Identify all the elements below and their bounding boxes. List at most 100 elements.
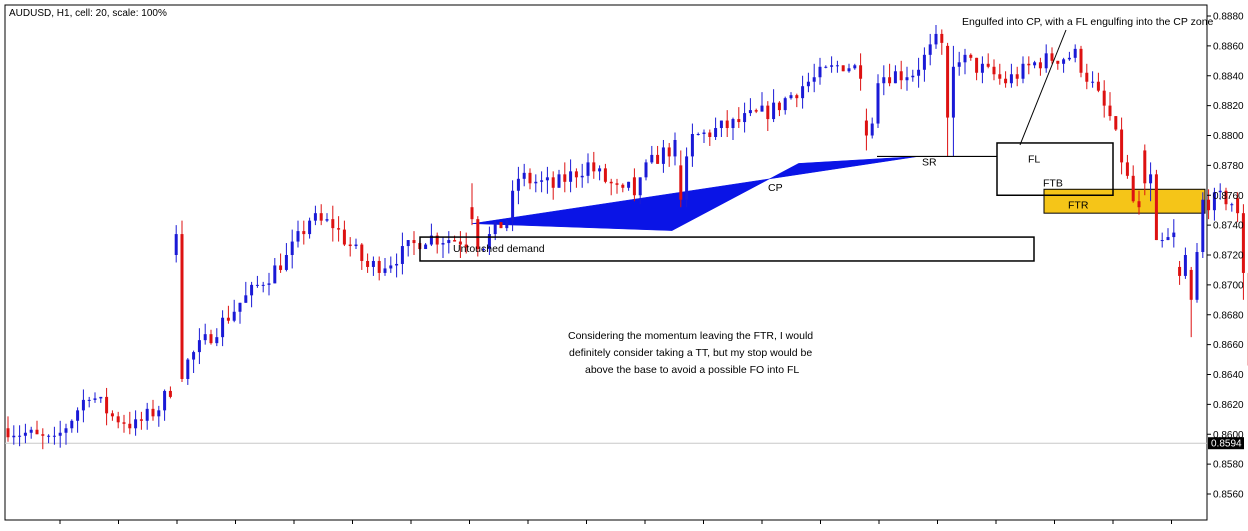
candle-body [377, 260, 381, 273]
candle-body [447, 240, 451, 244]
candle-body [267, 283, 271, 285]
candle-body [1114, 116, 1118, 130]
candle-body [870, 123, 874, 136]
candle-body [540, 180, 544, 182]
candle-body [1154, 174, 1158, 241]
ftr-label: FTR [1068, 200, 1089, 212]
candle-body [638, 177, 642, 196]
candle-body [1166, 237, 1170, 241]
candle-body [627, 181, 631, 188]
candle-body [969, 54, 973, 58]
candle-body [1038, 62, 1042, 69]
candle-body [348, 244, 352, 247]
cp-label: CP [768, 182, 783, 194]
candle-body [795, 95, 799, 99]
candle-body [319, 213, 323, 221]
candle-body [18, 435, 22, 437]
candle-body [557, 174, 561, 188]
candle-body [754, 110, 758, 112]
candle-body [818, 66, 822, 78]
ftb-label: FTB [1043, 177, 1063, 189]
candle-body [128, 423, 132, 429]
chart-title: AUDUSD, H1, cell: 20, scale: 100% [9, 8, 167, 19]
candle-body [801, 86, 805, 99]
chart-window: AUDUSD, H1, cell: 20, scale: 100% Untouc… [0, 0, 1248, 531]
candle-body [192, 352, 196, 360]
candle-body [273, 265, 277, 284]
candle-body [58, 432, 62, 436]
y-tick-label: 0.8580 [1213, 460, 1244, 471]
candle-body [1062, 59, 1066, 64]
candle-body [719, 120, 723, 129]
candle-body [1120, 129, 1124, 163]
candle-body [87, 399, 91, 401]
note-line-3: above the base to avoid a possible FO in… [585, 364, 799, 376]
y-tick-label: 0.8740 [1213, 221, 1244, 232]
candle-body [1131, 175, 1135, 202]
candle-body [151, 408, 155, 417]
candle-body [134, 419, 138, 429]
candle-body [876, 83, 880, 124]
candle-body [180, 234, 184, 379]
candle-body [812, 77, 816, 82]
candle-body [824, 66, 828, 68]
candle-body [81, 399, 85, 411]
candle-body [522, 172, 526, 179]
y-tick-label: 0.8860 [1213, 41, 1244, 52]
y-tick-label: 0.8620 [1213, 400, 1244, 411]
candle-body [290, 241, 294, 255]
current-price-label: 0.8594 [1211, 439, 1242, 450]
candle-body [998, 74, 1002, 79]
candle-body [6, 428, 10, 438]
candle-body [1015, 74, 1019, 79]
candle-body [632, 177, 636, 196]
candle-body [569, 171, 573, 182]
candle-body [110, 413, 114, 417]
candle-body [696, 134, 700, 136]
fl-label: FL [1028, 153, 1040, 165]
candle-body [534, 181, 538, 184]
candle-body [1172, 232, 1176, 238]
candle-body [766, 105, 770, 120]
candle-body [1108, 105, 1112, 117]
candle-body [174, 234, 178, 255]
candle-body [586, 162, 590, 176]
candle-body [690, 134, 694, 157]
candle-body [122, 422, 126, 424]
candle-body [580, 175, 584, 178]
candle-body [453, 240, 457, 242]
candle-body [667, 147, 671, 157]
candle-body [789, 95, 793, 99]
candle-body [1050, 53, 1054, 61]
candle-body [899, 71, 903, 81]
candle-body [255, 284, 259, 286]
candle-body [511, 190, 515, 221]
candle-body [893, 71, 897, 84]
candle-body [1021, 63, 1025, 79]
candle-body [615, 183, 619, 185]
cp-wedge [471, 156, 919, 231]
candle-body [841, 65, 845, 72]
candle-body [203, 334, 207, 341]
candle-body [400, 246, 404, 264]
candle-body [1096, 81, 1100, 91]
candle-body [221, 317, 225, 338]
y-tick-label: 0.8880 [1213, 12, 1244, 23]
engulfed-pointer-line [1019, 29, 1067, 146]
candle-body [105, 396, 109, 414]
candle-body [232, 311, 236, 321]
candle-body [366, 260, 370, 267]
candle-body [592, 162, 596, 172]
candle-body [1125, 162, 1129, 176]
candle-body [917, 69, 921, 76]
candle-body [743, 113, 747, 123]
y-tick-label: 0.8840 [1213, 71, 1244, 82]
candle-body [1056, 60, 1060, 64]
candle-body [603, 168, 607, 182]
candle-body [325, 219, 329, 221]
candle-body [279, 265, 283, 270]
candle-body [940, 33, 944, 43]
candle-body [139, 419, 143, 421]
candle-body [598, 168, 602, 172]
candle-body [1009, 74, 1013, 84]
